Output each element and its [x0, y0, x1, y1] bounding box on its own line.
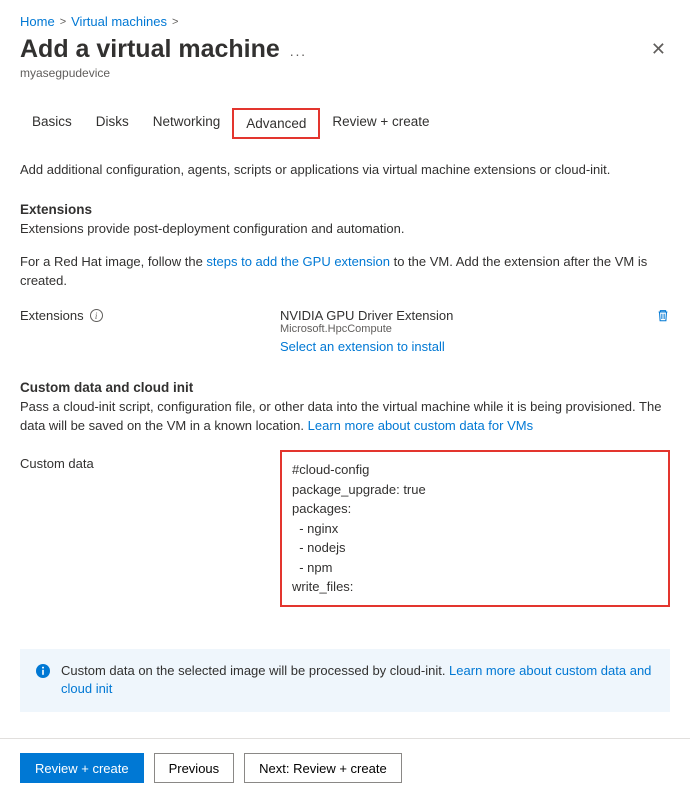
divider — [0, 738, 690, 739]
chevron-right-icon: > — [60, 16, 66, 28]
extensions-desc: Extensions provide post-deployment confi… — [20, 220, 670, 239]
extensions-label: Extensions — [20, 308, 84, 323]
learn-more-customdata-link[interactable]: Learn more about custom data for VMs — [308, 418, 533, 433]
tabs: Basics Disks Networking Advanced Review … — [20, 108, 670, 139]
delete-icon[interactable] — [656, 308, 670, 323]
tab-advanced[interactable]: Advanced — [232, 108, 320, 139]
info-banner: Custom data on the selected image will b… — [20, 649, 670, 713]
review-create-button[interactable]: Review + create — [20, 753, 144, 783]
customdata-label: Custom data — [20, 450, 280, 471]
next-button[interactable]: Next: Review + create — [244, 753, 402, 783]
chevron-right-icon: > — [172, 16, 178, 28]
info-icon[interactable]: i — [90, 309, 103, 322]
select-extension-link[interactable]: Select an extension to install — [280, 339, 656, 354]
tab-review[interactable]: Review + create — [320, 108, 441, 139]
previous-button[interactable]: Previous — [154, 753, 235, 783]
breadcrumb-home[interactable]: Home — [20, 14, 55, 29]
extension-publisher: Microsoft.HpcCompute — [280, 323, 656, 335]
tab-disks[interactable]: Disks — [84, 108, 141, 139]
tab-basics[interactable]: Basics — [20, 108, 84, 139]
redhat-prefix: For a Red Hat image, follow the — [20, 254, 206, 269]
close-icon[interactable]: ✕ — [647, 35, 670, 64]
page-subtitle: myasegpudevice — [20, 66, 306, 80]
cloudinit-desc: Pass a cloud-init script, configuration … — [20, 398, 670, 436]
section-intro: Add additional configuration, agents, sc… — [20, 161, 670, 180]
info-icon — [35, 663, 51, 679]
breadcrumb-vms[interactable]: Virtual machines — [71, 14, 167, 29]
page-title: Add a virtual machine — [20, 35, 280, 64]
extension-name: NVIDIA GPU Driver Extension — [280, 308, 656, 323]
cloudinit-heading: Custom data and cloud init — [20, 380, 670, 395]
gpu-extension-link[interactable]: steps to add the GPU extension — [206, 254, 390, 269]
breadcrumb: Home > Virtual machines > — [20, 14, 670, 29]
customdata-input[interactable]: #cloud-config package_upgrade: true pack… — [280, 450, 670, 607]
more-icon[interactable]: ··· — [289, 46, 306, 62]
extensions-heading: Extensions — [20, 202, 670, 217]
redhat-note: For a Red Hat image, follow the steps to… — [20, 253, 670, 291]
tab-networking[interactable]: Networking — [141, 108, 233, 139]
banner-text: Custom data on the selected image will b… — [61, 663, 449, 678]
